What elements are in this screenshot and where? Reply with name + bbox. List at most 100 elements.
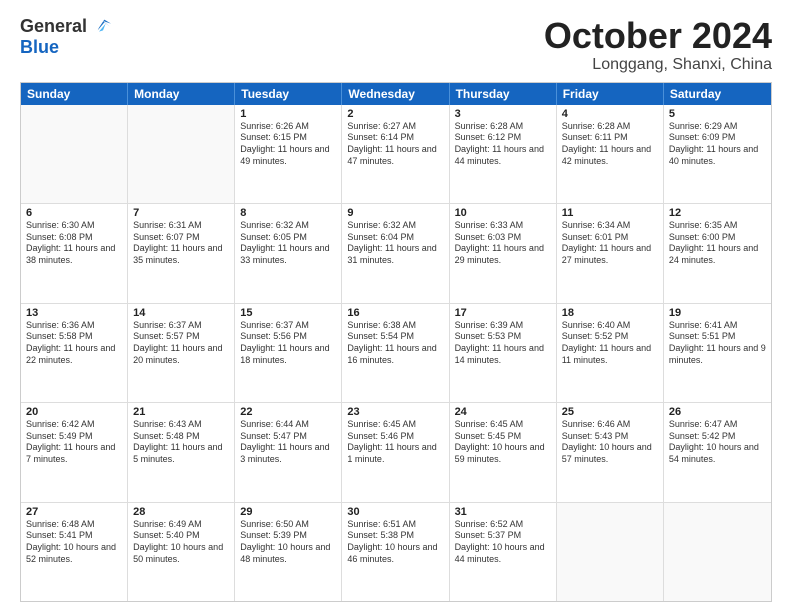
calendar-cell: 7Sunrise: 6:31 AM Sunset: 6:07 PM Daylig… [128, 204, 235, 302]
day-number: 28 [133, 506, 229, 518]
cell-info: Sunrise: 6:31 AM Sunset: 6:07 PM Dayligh… [133, 220, 229, 267]
header-day-friday: Friday [557, 83, 664, 105]
calendar-cell: 28Sunrise: 6:49 AM Sunset: 5:40 PM Dayli… [128, 503, 235, 601]
calendar-cell: 26Sunrise: 6:47 AM Sunset: 5:42 PM Dayli… [664, 403, 771, 501]
day-number: 13 [26, 307, 122, 319]
cell-info: Sunrise: 6:43 AM Sunset: 5:48 PM Dayligh… [133, 419, 229, 466]
calendar-body: 1Sunrise: 6:26 AM Sunset: 6:15 PM Daylig… [21, 105, 771, 601]
cell-info: Sunrise: 6:32 AM Sunset: 6:04 PM Dayligh… [347, 220, 443, 267]
day-number: 26 [669, 406, 766, 418]
cell-info: Sunrise: 6:29 AM Sunset: 6:09 PM Dayligh… [669, 121, 766, 168]
cell-info: Sunrise: 6:41 AM Sunset: 5:51 PM Dayligh… [669, 320, 766, 367]
day-number: 1 [240, 108, 336, 120]
header-day-saturday: Saturday [664, 83, 771, 105]
calendar-cell: 24Sunrise: 6:45 AM Sunset: 5:45 PM Dayli… [450, 403, 557, 501]
calendar-cell: 3Sunrise: 6:28 AM Sunset: 6:12 PM Daylig… [450, 105, 557, 203]
day-number: 17 [455, 307, 551, 319]
calendar-week-2: 6Sunrise: 6:30 AM Sunset: 6:08 PM Daylig… [21, 204, 771, 303]
day-number: 25 [562, 406, 658, 418]
cell-info: Sunrise: 6:52 AM Sunset: 5:37 PM Dayligh… [455, 519, 551, 566]
cell-info: Sunrise: 6:49 AM Sunset: 5:40 PM Dayligh… [133, 519, 229, 566]
day-number: 2 [347, 108, 443, 120]
calendar-cell: 22Sunrise: 6:44 AM Sunset: 5:47 PM Dayli… [235, 403, 342, 501]
cell-info: Sunrise: 6:42 AM Sunset: 5:49 PM Dayligh… [26, 419, 122, 466]
calendar-week-1: 1Sunrise: 6:26 AM Sunset: 6:15 PM Daylig… [21, 105, 771, 204]
calendar-cell: 4Sunrise: 6:28 AM Sunset: 6:11 PM Daylig… [557, 105, 664, 203]
cell-info: Sunrise: 6:37 AM Sunset: 5:57 PM Dayligh… [133, 320, 229, 367]
header-day-sunday: Sunday [21, 83, 128, 105]
header-day-tuesday: Tuesday [235, 83, 342, 105]
day-number: 27 [26, 506, 122, 518]
calendar-cell: 2Sunrise: 6:27 AM Sunset: 6:14 PM Daylig… [342, 105, 449, 203]
cell-info: Sunrise: 6:50 AM Sunset: 5:39 PM Dayligh… [240, 519, 336, 566]
cell-info: Sunrise: 6:38 AM Sunset: 5:54 PM Dayligh… [347, 320, 443, 367]
calendar-cell [557, 503, 664, 601]
day-number: 21 [133, 406, 229, 418]
day-number: 22 [240, 406, 336, 418]
header-day-thursday: Thursday [450, 83, 557, 105]
cell-info: Sunrise: 6:26 AM Sunset: 6:15 PM Dayligh… [240, 121, 336, 168]
calendar-cell [21, 105, 128, 203]
calendar-header: SundayMondayTuesdayWednesdayThursdayFrid… [21, 83, 771, 105]
calendar-cell: 19Sunrise: 6:41 AM Sunset: 5:51 PM Dayli… [664, 304, 771, 402]
day-number: 15 [240, 307, 336, 319]
calendar-cell: 31Sunrise: 6:52 AM Sunset: 5:37 PM Dayli… [450, 503, 557, 601]
cell-info: Sunrise: 6:37 AM Sunset: 5:56 PM Dayligh… [240, 320, 336, 367]
calendar-cell: 6Sunrise: 6:30 AM Sunset: 6:08 PM Daylig… [21, 204, 128, 302]
calendar: SundayMondayTuesdayWednesdayThursdayFrid… [20, 82, 772, 602]
calendar-cell: 17Sunrise: 6:39 AM Sunset: 5:53 PM Dayli… [450, 304, 557, 402]
calendar-week-3: 13Sunrise: 6:36 AM Sunset: 5:58 PM Dayli… [21, 304, 771, 403]
calendar-cell [664, 503, 771, 601]
cell-info: Sunrise: 6:45 AM Sunset: 5:45 PM Dayligh… [455, 419, 551, 466]
day-number: 20 [26, 406, 122, 418]
month-title: October 2024 [544, 16, 772, 56]
day-number: 24 [455, 406, 551, 418]
header-day-monday: Monday [128, 83, 235, 105]
calendar-cell: 29Sunrise: 6:50 AM Sunset: 5:39 PM Dayli… [235, 503, 342, 601]
calendar-cell: 13Sunrise: 6:36 AM Sunset: 5:58 PM Dayli… [21, 304, 128, 402]
calendar-week-5: 27Sunrise: 6:48 AM Sunset: 5:41 PM Dayli… [21, 503, 771, 601]
calendar-cell: 10Sunrise: 6:33 AM Sunset: 6:03 PM Dayli… [450, 204, 557, 302]
calendar-week-4: 20Sunrise: 6:42 AM Sunset: 5:49 PM Dayli… [21, 403, 771, 502]
cell-info: Sunrise: 6:34 AM Sunset: 6:01 PM Dayligh… [562, 220, 658, 267]
day-number: 10 [455, 207, 551, 219]
title-block: October 2024 Longgang, Shanxi, China [544, 16, 772, 74]
cell-info: Sunrise: 6:28 AM Sunset: 6:12 PM Dayligh… [455, 121, 551, 168]
calendar-cell: 1Sunrise: 6:26 AM Sunset: 6:15 PM Daylig… [235, 105, 342, 203]
day-number: 23 [347, 406, 443, 418]
calendar-cell [128, 105, 235, 203]
calendar-cell: 14Sunrise: 6:37 AM Sunset: 5:57 PM Dayli… [128, 304, 235, 402]
cell-info: Sunrise: 6:51 AM Sunset: 5:38 PM Dayligh… [347, 519, 443, 566]
cell-info: Sunrise: 6:47 AM Sunset: 5:42 PM Dayligh… [669, 419, 766, 466]
day-number: 7 [133, 207, 229, 219]
calendar-cell: 5Sunrise: 6:29 AM Sunset: 6:09 PM Daylig… [664, 105, 771, 203]
day-number: 11 [562, 207, 658, 219]
cell-info: Sunrise: 6:39 AM Sunset: 5:53 PM Dayligh… [455, 320, 551, 367]
cell-info: Sunrise: 6:46 AM Sunset: 5:43 PM Dayligh… [562, 419, 658, 466]
cell-info: Sunrise: 6:35 AM Sunset: 6:00 PM Dayligh… [669, 220, 766, 267]
day-number: 12 [669, 207, 766, 219]
logo: General Blue [20, 16, 111, 58]
day-number: 3 [455, 108, 551, 120]
logo-blue-text: Blue [20, 37, 59, 58]
cell-info: Sunrise: 6:44 AM Sunset: 5:47 PM Dayligh… [240, 419, 336, 466]
cell-info: Sunrise: 6:32 AM Sunset: 6:05 PM Dayligh… [240, 220, 336, 267]
calendar-cell: 25Sunrise: 6:46 AM Sunset: 5:43 PM Dayli… [557, 403, 664, 501]
day-number: 14 [133, 307, 229, 319]
day-number: 16 [347, 307, 443, 319]
day-number: 18 [562, 307, 658, 319]
calendar-cell: 16Sunrise: 6:38 AM Sunset: 5:54 PM Dayli… [342, 304, 449, 402]
logo-general-text: General [20, 16, 87, 37]
calendar-cell: 9Sunrise: 6:32 AM Sunset: 6:04 PM Daylig… [342, 204, 449, 302]
cell-info: Sunrise: 6:28 AM Sunset: 6:11 PM Dayligh… [562, 121, 658, 168]
calendar-cell: 27Sunrise: 6:48 AM Sunset: 5:41 PM Dayli… [21, 503, 128, 601]
calendar-cell: 20Sunrise: 6:42 AM Sunset: 5:49 PM Dayli… [21, 403, 128, 501]
calendar-cell: 30Sunrise: 6:51 AM Sunset: 5:38 PM Dayli… [342, 503, 449, 601]
day-number: 8 [240, 207, 336, 219]
calendar-cell: 15Sunrise: 6:37 AM Sunset: 5:56 PM Dayli… [235, 304, 342, 402]
cell-info: Sunrise: 6:30 AM Sunset: 6:08 PM Dayligh… [26, 220, 122, 267]
calendar-cell: 21Sunrise: 6:43 AM Sunset: 5:48 PM Dayli… [128, 403, 235, 501]
day-number: 4 [562, 108, 658, 120]
cell-info: Sunrise: 6:33 AM Sunset: 6:03 PM Dayligh… [455, 220, 551, 267]
calendar-cell: 8Sunrise: 6:32 AM Sunset: 6:05 PM Daylig… [235, 204, 342, 302]
